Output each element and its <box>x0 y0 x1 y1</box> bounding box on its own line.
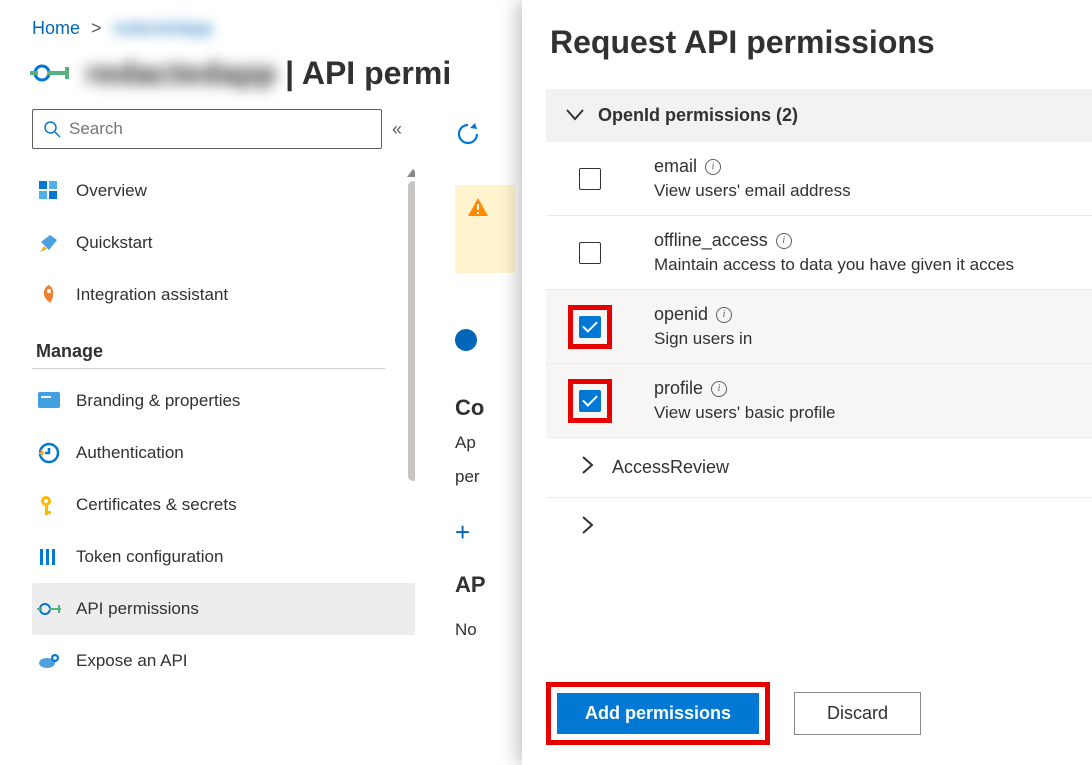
discard-button[interactable]: Discard <box>794 692 921 735</box>
authentication-icon <box>36 440 62 466</box>
app-registration-icon <box>26 49 74 97</box>
scrollbar-up-arrow[interactable] <box>407 169 415 177</box>
nav-branding[interactable]: Branding & properties <box>32 375 415 427</box>
next-group[interactable] <box>546 498 1092 557</box>
nav-label: Quickstart <box>76 233 153 253</box>
panel-title: Request API permissions <box>546 24 1092 61</box>
search-input[interactable] <box>69 119 371 139</box>
nav-label: Expose an API <box>76 651 188 671</box>
permission-name: profile <box>654 378 703 399</box>
permission-row-email[interactable]: emaili View users' email address <box>546 142 1092 216</box>
page-title: redactedapp | API permi <box>86 55 451 92</box>
nav-overview[interactable]: Overview <box>32 165 415 217</box>
request-permissions-panel: Request API permissions OpenId permissio… <box>522 0 1092 765</box>
nav-section-manage: Manage <box>32 321 385 369</box>
rocket-icon <box>36 282 62 308</box>
nav-expose-api[interactable]: Expose an API <box>32 635 415 687</box>
overview-icon <box>36 178 62 204</box>
search-input-wrap[interactable] <box>32 109 382 149</box>
chevron-right-icon <box>582 456 594 479</box>
chevron-right-icon <box>582 516 594 539</box>
highlight-profile <box>568 379 612 423</box>
nav-label: Integration assistant <box>76 285 228 305</box>
openid-group-header[interactable]: OpenId permissions (2) <box>546 89 1092 142</box>
branding-icon <box>36 388 62 414</box>
warning-icon <box>467 197 489 219</box>
nav-label: Overview <box>76 181 147 201</box>
expose-api-icon <box>36 648 62 674</box>
nav-api-permissions[interactable]: API permissions <box>32 583 415 635</box>
chevron-down-icon <box>566 105 584 126</box>
permission-name: offline_access <box>654 230 768 251</box>
add-permissions-button[interactable]: Add permissions <box>557 693 759 734</box>
quickstart-icon <box>36 230 62 256</box>
breadcrumb-home[interactable]: Home <box>32 18 80 38</box>
info-icon[interactable]: i <box>716 307 732 323</box>
highlight-openid <box>568 305 612 349</box>
group-label: OpenId permissions (2) <box>598 105 798 126</box>
scrollbar[interactable] <box>407 169 415 499</box>
checkbox-offline-access[interactable] <box>579 242 601 264</box>
info-icon[interactable]: i <box>711 381 727 397</box>
permission-row-profile[interactable]: profile i View users' basic profile <box>546 364 1092 438</box>
permission-name: openid <box>654 304 708 325</box>
checkbox-email[interactable] <box>579 168 601 190</box>
permission-row-offline-access[interactable]: offline_access i Maintain access to data … <box>546 216 1092 290</box>
accessreview-group[interactable]: AccessReview <box>546 438 1092 498</box>
nav-authentication[interactable]: Authentication <box>32 427 415 479</box>
token-icon <box>36 544 62 570</box>
nav-list: Overview Quickstart Integration assistan… <box>32 165 415 321</box>
permission-row-openid[interactable]: openidi Sign users in <box>546 290 1092 364</box>
panel-footer: Add permissions Discard <box>546 682 921 745</box>
nav-label: API permissions <box>76 599 199 619</box>
nav-token[interactable]: Token configuration <box>32 531 415 583</box>
info-bullet-icon <box>455 329 477 351</box>
nav-label: Certificates & secrets <box>76 495 237 515</box>
breadcrumb-separator: > <box>85 18 108 38</box>
breadcrumb-app[interactable]: redactedapp <box>113 18 213 38</box>
nav-label: Authentication <box>76 443 184 463</box>
highlight-add-permissions: Add permissions <box>546 682 770 745</box>
nav-label: Branding & properties <box>76 391 240 411</box>
search-icon <box>43 120 61 138</box>
nav-label: Token configuration <box>76 547 223 567</box>
collapse-sidebar-icon[interactable]: « <box>392 119 402 140</box>
nav-certificates[interactable]: Certificates & secrets <box>32 479 415 531</box>
checkbox-openid[interactable] <box>579 316 601 338</box>
permission-desc: Sign users in <box>654 329 752 349</box>
permission-desc: Maintain access to data you have given i… <box>654 255 1014 275</box>
nav-quickstart[interactable]: Quickstart <box>32 217 415 269</box>
warning-banner <box>455 185 515 273</box>
permission-desc: View users' basic profile <box>654 403 836 423</box>
info-icon[interactable]: i <box>705 159 721 175</box>
info-icon[interactable]: i <box>776 233 792 249</box>
key-icon <box>36 492 62 518</box>
checkbox-profile[interactable] <box>579 390 601 412</box>
sidebar: « Overview Quickstart Integration assist… <box>0 109 415 749</box>
permission-desc: View users' email address <box>654 181 851 201</box>
group-label: AccessReview <box>612 457 729 478</box>
nav-integration[interactable]: Integration assistant <box>32 269 415 321</box>
scrollbar-thumb[interactable] <box>408 181 415 481</box>
api-permissions-icon <box>36 596 62 622</box>
refresh-icon[interactable] <box>455 121 481 151</box>
permission-name: email <box>654 156 697 177</box>
